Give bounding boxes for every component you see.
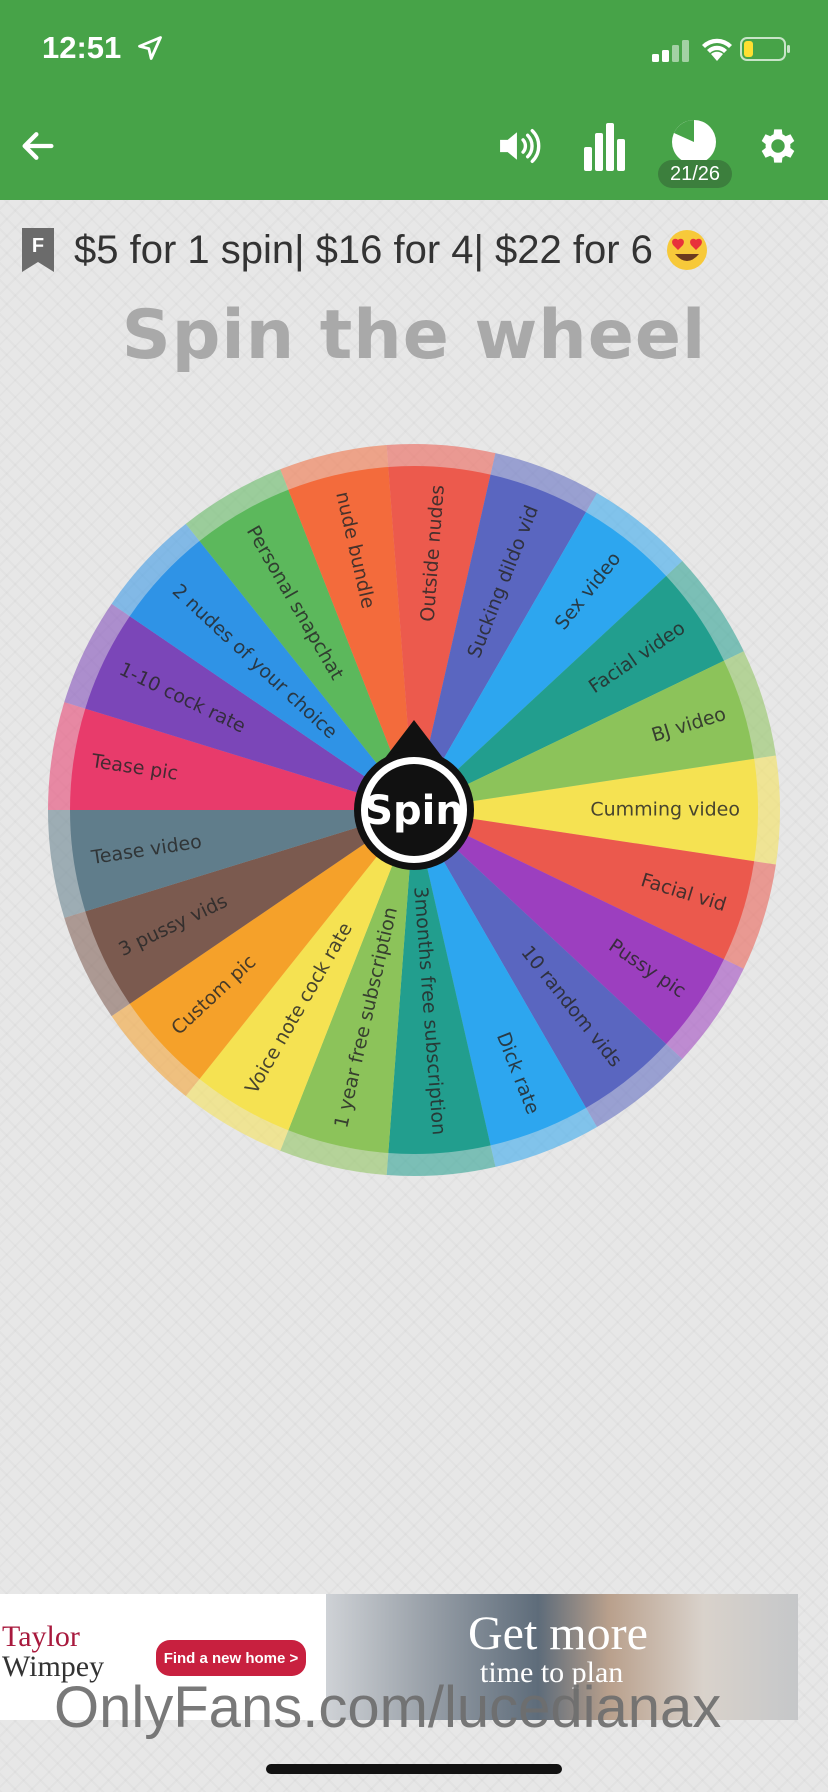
heart-eyes-emoji-icon xyxy=(666,230,707,270)
wifi-icon xyxy=(702,38,732,61)
watermark: OnlyFans.com/lucedianax xyxy=(54,1675,722,1740)
location-arrow-icon xyxy=(138,36,162,60)
bookmark-icon: F xyxy=(22,228,54,272)
spin-button-label: Spin xyxy=(364,788,464,834)
wheel-graphic: Cumming videoFacial vidPussy pic10 rando… xyxy=(48,443,780,1177)
back-button[interactable] xyxy=(12,120,64,172)
gear-icon xyxy=(761,129,795,163)
ad-brand-name: Taylor xyxy=(2,1620,80,1653)
page-title: Spin the wheel xyxy=(121,296,707,375)
status-bar: 12:51 xyxy=(0,0,828,100)
cell-signal-icon xyxy=(652,40,689,62)
back-arrow-icon xyxy=(22,132,54,160)
wheel-description: F $5 for 1 spin| $16 for 4| $22 for 6 xyxy=(20,222,820,278)
volume-icon xyxy=(500,128,541,164)
svg-text:F: F xyxy=(32,235,44,257)
bar-chart-icon xyxy=(584,123,625,171)
ad-cta-button[interactable]: Find a new home > xyxy=(156,1640,306,1676)
statistics-button[interactable] xyxy=(578,118,630,174)
wheel-segment-label: Cumming video xyxy=(590,799,740,821)
battery-icon xyxy=(740,37,790,61)
app-toolbar: 21/26 xyxy=(0,100,828,200)
sound-button[interactable] xyxy=(494,120,546,172)
settings-button[interactable] xyxy=(752,120,804,172)
spin-counter-badge: 21/26 xyxy=(658,160,732,188)
status-time: 12:51 xyxy=(42,30,122,65)
ad-headline: Get more xyxy=(468,1607,648,1660)
home-indicator[interactable] xyxy=(266,1764,562,1774)
spin-wheel[interactable]: Cumming video Facial vid Pussy pic 10 rando… xyxy=(44,440,784,1180)
price-description: $5 for 1 spin| $16 for 4| $22 for 6 xyxy=(74,227,653,272)
